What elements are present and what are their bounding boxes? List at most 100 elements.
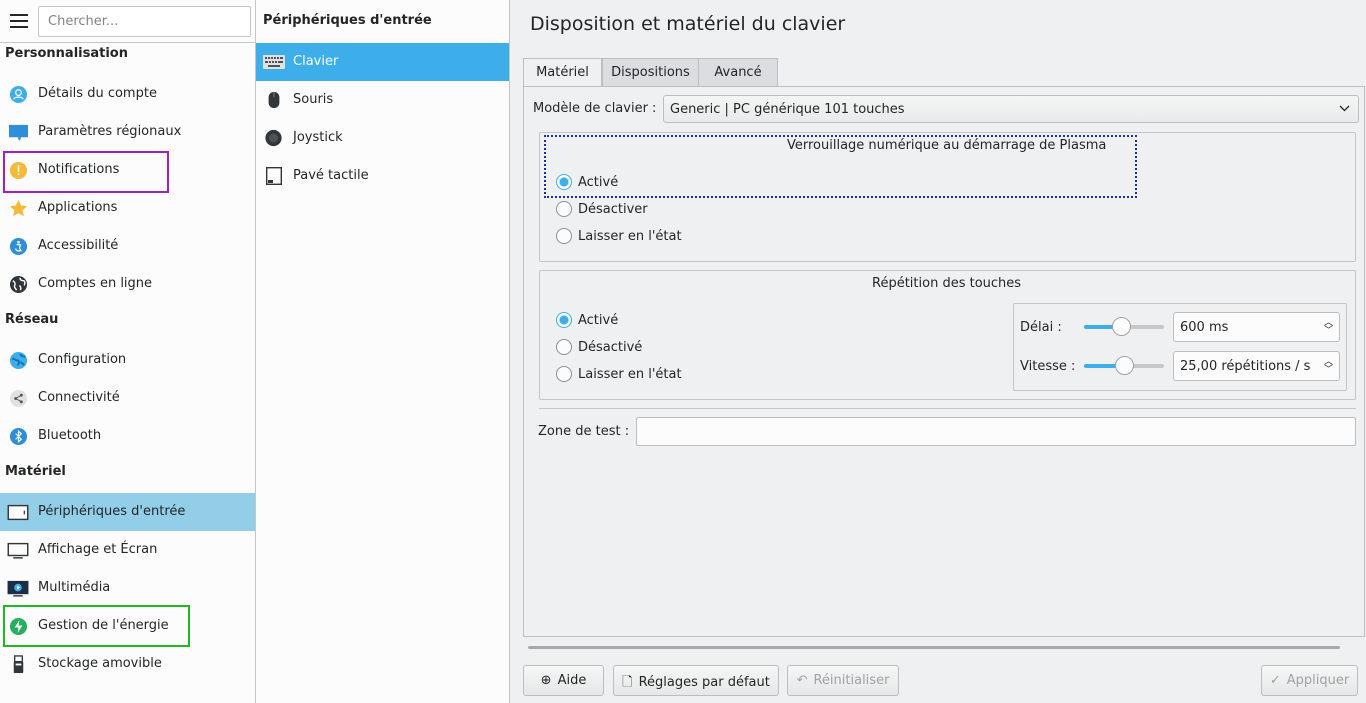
sidebar-item-connectivity[interactable]: Connectivité <box>0 379 255 417</box>
speed-label: Vitesse : <box>1020 359 1076 374</box>
speed-spinbox[interactable]: 25,00 répétitions / s ︿ ﹀ <box>1173 351 1340 381</box>
sidebar-item-label: Connectivité <box>38 390 120 405</box>
sidebar-item-label: Configuration <box>38 352 127 367</box>
reset-undo-icon: ↶ <box>796 673 808 688</box>
display-monitor-icon <box>7 542 29 559</box>
panel-item-joystick[interactable]: Joystick <box>256 119 509 157</box>
sidebar-item-label: Accessibilité <box>38 238 119 253</box>
keyboard-model-value: Generic | PC générique 101 touches <box>670 102 905 117</box>
key-repeat-group-title: Répétition des touches <box>872 276 1022 291</box>
input-devices-icon <box>7 504 29 521</box>
repeat-on-radio[interactable] <box>556 312 572 328</box>
sidebar-item-regional-settings[interactable]: Paramètres régionaux <box>0 113 255 151</box>
highlight-box-notifications <box>3 151 169 193</box>
tab-hardware[interactable]: Matériel <box>523 58 602 88</box>
numlock-group-title: Verrouillage numérique au démarrage de P… <box>787 138 1107 153</box>
category-reseau: Réseau <box>5 312 59 327</box>
speed-value: 25,00 répétitions / s <box>1180 359 1311 374</box>
divider <box>539 408 1356 409</box>
repeat-on-label[interactable]: Activé <box>578 313 618 328</box>
apply-button[interactable]: ✓ Appliquer <box>1261 665 1358 696</box>
delay-spinbox[interactable]: 600 ms ︿ ﹀ <box>1173 312 1340 342</box>
network-configuration-icon <box>9 351 28 370</box>
help-button-label: Aide <box>557 673 587 688</box>
panel-item-label: Clavier <box>293 54 339 69</box>
sidebar-item-label: Applications <box>38 200 118 215</box>
sidebar-item-label: Affichage et Écran <box>38 542 158 557</box>
page-title: Disposition et matériel du clavier <box>530 13 846 35</box>
test-area-input[interactable] <box>636 417 1356 446</box>
highlight-box-power-management <box>3 605 190 647</box>
sidebar-item-label: Paramètres régionaux <box>38 124 182 139</box>
numlock-on-label[interactable]: Activé <box>578 175 618 190</box>
delay-slider-handle[interactable] <box>1112 317 1131 336</box>
help-lifebuoy-icon: ⊕ <box>540 673 552 688</box>
online-accounts-globe-icon <box>9 275 28 294</box>
touchpad-icon <box>266 167 282 185</box>
sidebar-item-network-configuration[interactable]: Configuration <box>0 341 255 379</box>
sidebar-item-label: Stockage amovible <box>38 656 162 671</box>
sidebar-item-applications[interactable]: Applications <box>0 189 255 227</box>
document-defaults-icon: 🗋 <box>622 675 633 690</box>
sidebar-item-display[interactable]: Affichage et Écran <box>0 531 255 569</box>
sidebar-item-accessibility[interactable]: Accessibilité <box>0 227 255 265</box>
repeat-off-radio[interactable] <box>556 339 572 355</box>
keyboard-model-label: Modèle de clavier : <box>533 101 657 116</box>
delay-slider[interactable] <box>1084 317 1164 336</box>
numlock-unchanged-radio[interactable] <box>556 228 572 244</box>
reset-button-label: Réinitialiser <box>813 673 890 688</box>
joystick-icon <box>265 129 282 147</box>
defaults-button[interactable]: 🗋 Réglages par défaut <box>613 665 779 696</box>
regional-settings-icon <box>9 124 28 142</box>
multimedia-icon <box>7 580 29 597</box>
repeat-unchanged-radio[interactable] <box>556 366 572 382</box>
sidebar-item-label: Détails du compte <box>38 86 157 101</box>
repeat-off-label[interactable]: Désactivé <box>578 340 642 355</box>
reset-button[interactable]: ↶ Réinitialiser <box>787 665 899 696</box>
sidebar-item-multimedia[interactable]: Multimédia <box>0 569 255 607</box>
sidebar-item-bluetooth[interactable]: Bluetooth <box>0 417 255 455</box>
sidebar-item-removable-storage[interactable]: Stockage amovible <box>0 645 255 683</box>
bluetooth-icon <box>9 427 28 446</box>
keyboard-icon <box>263 55 285 69</box>
apply-button-label: Appliquer <box>1286 673 1350 688</box>
removable-storage-icon <box>13 655 24 674</box>
search-input[interactable] <box>38 6 251 37</box>
hamburger-menu-icon[interactable] <box>10 14 28 28</box>
sidebar-item-label: Périphériques d'entrée <box>38 504 186 519</box>
numlock-on-radio[interactable] <box>556 174 572 190</box>
help-button[interactable]: ⊕ Aide <box>523 665 604 696</box>
speed-slider-handle[interactable] <box>1115 356 1134 375</box>
chevron-down-icon <box>1339 105 1350 112</box>
numlock-off-label[interactable]: Désactiver <box>578 202 648 217</box>
numlock-unchanged-label[interactable]: Laisser en l'état <box>578 229 682 244</box>
spin-arrows-icon[interactable]: ︿ ﹀ <box>1324 358 1333 375</box>
applications-star-icon <box>9 199 28 217</box>
sidebar-item-label: Multimédia <box>38 580 111 595</box>
sidebar-item-label: Comptes en ligne <box>38 276 153 291</box>
sidebar-item-account-details[interactable]: Détails du compte <box>0 75 255 113</box>
divider <box>0 42 256 43</box>
speed-slider[interactable] <box>1084 356 1164 375</box>
panel-item-keyboard[interactable]: Clavier <box>256 43 509 81</box>
sidebar-item-online-accounts[interactable]: Comptes en ligne <box>0 265 255 303</box>
panel-item-label: Pavé tactile <box>293 168 369 183</box>
numlock-off-radio[interactable] <box>556 201 572 217</box>
sidebar-item-input-devices[interactable]: Périphériques d'entrée <box>0 493 255 531</box>
mouse-icon <box>268 91 280 109</box>
tab-advanced[interactable]: Avancé <box>698 58 778 87</box>
keyboard-model-select[interactable]: Generic | PC générique 101 touches <box>663 95 1359 123</box>
repeat-unchanged-label[interactable]: Laisser en l'état <box>578 367 682 382</box>
horizontal-scrollbar[interactable] <box>528 646 1340 649</box>
delay-value: 600 ms <box>1180 320 1229 335</box>
panel-item-touchpad[interactable]: Pavé tactile <box>256 157 509 195</box>
spin-arrows-icon[interactable]: ︿ ﹀ <box>1324 319 1333 336</box>
checkmark-icon: ✓ <box>1269 673 1281 688</box>
category-personnalisation: Personnalisation <box>5 46 128 61</box>
panel-item-label: Joystick <box>293 130 343 145</box>
user-account-icon <box>9 85 28 104</box>
sidebar: Personnalisation Détails du compte Param… <box>0 0 256 703</box>
panel-item-mouse[interactable]: Souris <box>256 81 509 119</box>
sidebar-item-label: Bluetooth <box>38 428 102 443</box>
tab-layouts[interactable]: Dispositions <box>602 58 699 87</box>
